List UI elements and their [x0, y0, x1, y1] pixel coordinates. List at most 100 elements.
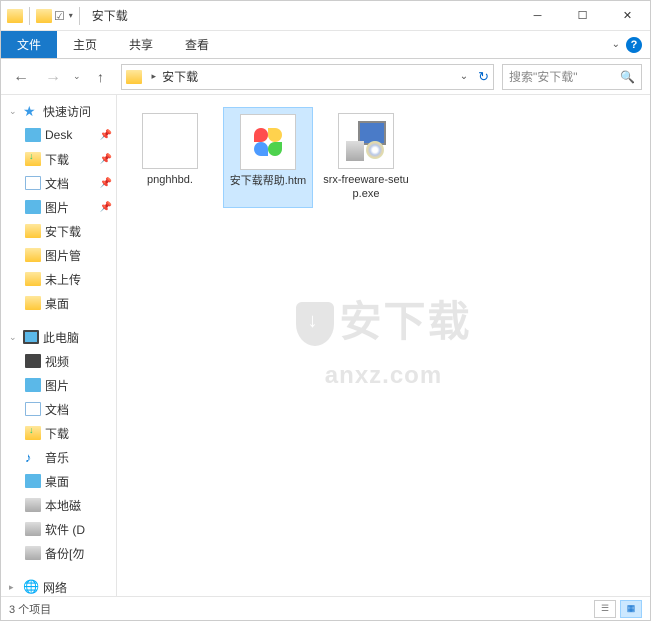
status-bar: 3 个项目 ☰ ▦ — [1, 596, 650, 620]
forward-button[interactable]: → — [41, 65, 65, 89]
recent-locations-icon[interactable]: ⌄ — [73, 71, 81, 82]
htm-icon — [254, 128, 282, 156]
sidebar-item[interactable]: 视频 — [1, 349, 116, 373]
address-dropdown-icon[interactable]: ⌄ — [460, 71, 468, 82]
shield-icon — [295, 302, 333, 346]
qat-open-icon[interactable] — [36, 9, 52, 23]
back-button[interactable]: ← — [9, 65, 33, 89]
doc-icon — [25, 402, 41, 416]
sidebar-item-label: Desk — [45, 128, 72, 142]
tab-share[interactable]: 共享 — [113, 31, 169, 58]
app-icon[interactable] — [7, 9, 23, 23]
refresh-icon[interactable]: ↻ — [478, 69, 489, 85]
pin-icon: 📌 — [100, 202, 112, 213]
chevron-down-icon[interactable]: ⌄ — [9, 332, 19, 343]
folder-icon — [25, 248, 41, 262]
chevron-right-icon[interactable]: ▸ — [9, 582, 19, 593]
this-pc[interactable]: ⌄ 此电脑 — [1, 325, 116, 349]
sidebar-item-label: 文档 — [45, 401, 69, 418]
file-pane[interactable]: 安下载 anxz.com pnghhbd. 安下载帮助.htm srx-freewa… — [117, 95, 650, 596]
pin-icon: 📌 — [100, 154, 112, 165]
sidebar-item-label: 桌面 — [45, 295, 69, 312]
sidebar-item[interactable]: 本地磁 — [1, 493, 116, 517]
quick-access-toolbar: ☑ ▾ — [1, 7, 84, 25]
tab-home[interactable]: 主页 — [57, 31, 113, 58]
quick-access[interactable]: ⌄ ★ 快速访问 — [1, 99, 116, 123]
window-title: 安下载 — [92, 7, 128, 24]
content-area: ⌄ ★ 快速访问 Desk📌 下载 📌 文档 📌 图片 📌 安下载图片管未上传桌面 ⌄ 此电脑… — [1, 95, 650, 596]
sidebar-item[interactable]: 软件 (D — [1, 517, 116, 541]
file-thumbnail — [240, 114, 296, 170]
sidebar-item-label: 软件 (D — [45, 521, 85, 538]
chevron-right-icon[interactable]: ▸ — [152, 71, 157, 82]
desk-icon — [25, 128, 41, 142]
tab-file[interactable]: 文件 — [1, 31, 57, 58]
sidebar-item-label: 图片 — [45, 199, 69, 216]
sidebar-item[interactable]: 桌面 — [1, 291, 116, 315]
close-button[interactable]: ✕ — [605, 1, 650, 31]
titlebar: ☑ ▾ 安下载 ─ ☐ ✕ — [1, 1, 650, 31]
up-button[interactable]: ↑ — [89, 65, 113, 89]
navigation-pane[interactable]: ⌄ ★ 快速访问 Desk📌 下载 📌 文档 📌 图片 📌 安下载图片管未上传桌面 ⌄ 此电脑… — [1, 95, 117, 596]
folder-icon — [25, 224, 41, 238]
dl-icon — [25, 152, 41, 166]
doc-icon — [25, 176, 41, 190]
help-icon[interactable]: ? — [626, 37, 642, 53]
search-icon[interactable]: 🔍 — [620, 70, 635, 84]
sidebar-item[interactable]: 图片管 — [1, 243, 116, 267]
pc-icon — [23, 330, 39, 344]
sidebar-item[interactable]: 桌面 — [1, 469, 116, 493]
file-item[interactable]: srx-freeware-setup.exe — [321, 107, 411, 208]
file-name: srx-freeware-setup.exe — [323, 173, 409, 202]
pin-icon: 📌 — [100, 178, 112, 189]
sidebar-item-label: 此电脑 — [43, 329, 79, 346]
file-name: pnghhbd. — [147, 173, 193, 187]
disk-icon — [25, 546, 41, 560]
pic-icon — [25, 200, 41, 214]
sidebar-item-label: 安下载 — [45, 223, 81, 240]
search-box[interactable]: 搜索"安下载" 🔍 — [502, 64, 642, 90]
video-icon — [25, 354, 41, 368]
address-bar[interactable]: ▸ 安下载 ⌄ ↻ — [121, 64, 494, 90]
music-icon: ♪ — [25, 450, 41, 464]
file-item[interactable]: 安下载帮助.htm — [223, 107, 313, 208]
sidebar-item[interactable]: 安下载 — [1, 219, 116, 243]
sidebar-item[interactable]: 图片 — [1, 373, 116, 397]
tab-view[interactable]: 查看 — [169, 31, 225, 58]
sidebar-item-label: 桌面 — [45, 473, 69, 490]
sidebar-item[interactable]: 文档 📌 — [1, 171, 116, 195]
sidebar-item[interactable]: 下载 📌 — [1, 147, 116, 171]
disk-icon — [25, 498, 41, 512]
minimize-button[interactable]: ─ — [515, 1, 560, 31]
sidebar-item-label: 下载 — [45, 151, 69, 168]
expand-ribbon-icon[interactable]: ⌄ — [612, 39, 620, 50]
address-path[interactable]: 安下载 — [162, 68, 454, 85]
dl-icon — [25, 426, 41, 440]
icons-view-button[interactable]: ▦ — [620, 600, 642, 618]
sidebar-item-label: 快速访问 — [43, 103, 91, 120]
details-view-button[interactable]: ☰ — [594, 600, 616, 618]
sidebar-item[interactable]: 图片 📌 — [1, 195, 116, 219]
qat-dropdown-icon[interactable]: ▾ — [69, 11, 73, 20]
watermark: 安下载 anxz.com — [295, 298, 471, 392]
sidebar-item-label: 图片管 — [45, 247, 81, 264]
sidebar-item[interactable]: Desk📌 — [1, 123, 116, 147]
maximize-button[interactable]: ☐ — [560, 1, 605, 31]
sidebar-item[interactable]: ♪音乐 — [1, 445, 116, 469]
sidebar-item[interactable]: 文档 — [1, 397, 116, 421]
file-item[interactable]: pnghhbd. — [125, 107, 215, 208]
address-folder-icon — [126, 70, 142, 84]
sidebar-item[interactable]: 未上传 — [1, 267, 116, 291]
sidebar-item-label: 文档 — [45, 175, 69, 192]
sidebar-item[interactable]: 备份[勿 — [1, 541, 116, 565]
sidebar-item-label: 视频 — [45, 353, 69, 370]
sidebar-item-label: 下载 — [45, 425, 69, 442]
ribbon: 文件 主页 共享 查看 ⌄ ? — [1, 31, 650, 59]
sidebar-item[interactable]: 下载 — [1, 421, 116, 445]
star-icon: ★ — [23, 104, 39, 118]
network[interactable]: ▸ 🌐 网络 — [1, 575, 116, 596]
chevron-down-icon[interactable]: ⌄ — [9, 106, 19, 117]
pic-icon — [25, 378, 41, 392]
search-placeholder: 搜索"安下载" — [509, 68, 614, 85]
check-icon[interactable]: ☑ — [54, 9, 65, 23]
